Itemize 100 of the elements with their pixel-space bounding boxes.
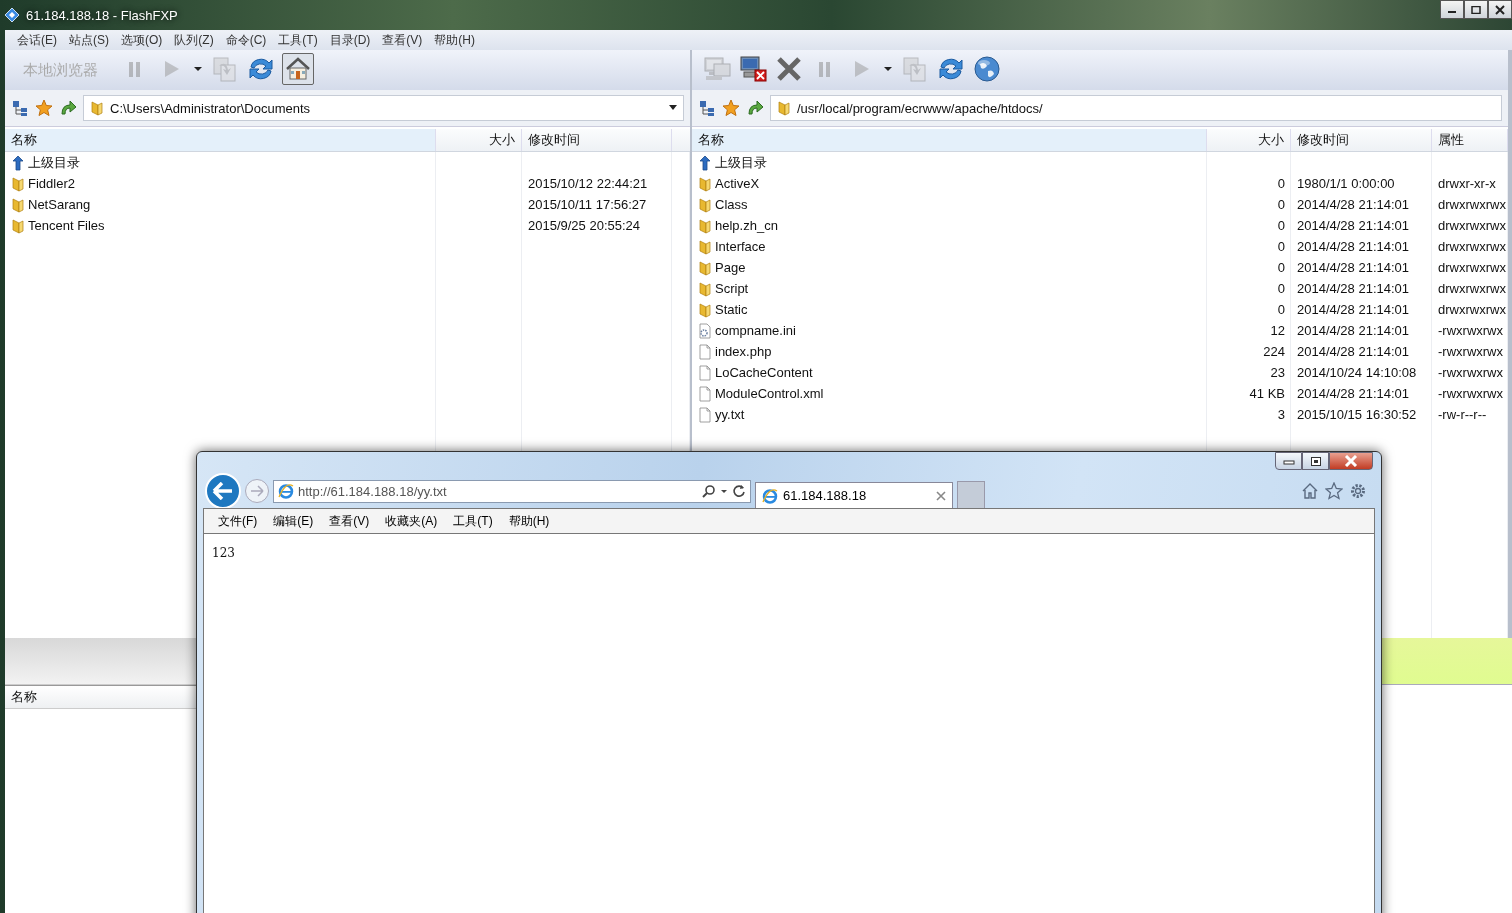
disconnect-icon[interactable] bbox=[738, 53, 768, 84]
column-header[interactable]: 属性 bbox=[1432, 129, 1508, 151]
path-field[interactable]: C:\Users\Administrator\Documents bbox=[83, 95, 684, 121]
file-name[interactable]: Class bbox=[715, 197, 748, 212]
column-header[interactable]: 名称 bbox=[11, 688, 37, 706]
file-size: 224 bbox=[1263, 344, 1285, 359]
menu-item[interactable]: 工具(T) bbox=[445, 512, 501, 530]
menu-item[interactable]: 查看(V) bbox=[376, 31, 429, 49]
menu-item[interactable]: 帮助(H) bbox=[428, 31, 481, 49]
file-name[interactable]: Interface bbox=[715, 239, 766, 254]
modified-time: 2014/10/24 14:10:08 bbox=[1297, 365, 1417, 380]
modified-time: 1980/1/1 0:00:00 bbox=[1297, 176, 1395, 191]
column-header[interactable]: 大小 bbox=[1207, 129, 1291, 151]
file-name[interactable]: help.zh_cn bbox=[715, 218, 778, 233]
dropdown-caret-icon[interactable] bbox=[669, 105, 677, 111]
star-icon[interactable] bbox=[35, 99, 53, 117]
menu-item[interactable]: 编辑(E) bbox=[265, 512, 322, 530]
star-icon[interactable] bbox=[722, 99, 740, 117]
folder-icon bbox=[698, 259, 712, 276]
file-name[interactable]: ModuleControl.xml bbox=[715, 386, 824, 401]
menu-item[interactable]: 站点(S) bbox=[63, 31, 115, 49]
column-header[interactable]: 修改时间 bbox=[1291, 129, 1432, 151]
maximize-button[interactable] bbox=[1302, 452, 1329, 470]
globe-icon[interactable] bbox=[972, 53, 1002, 84]
file-name[interactable]: Tencent Files bbox=[28, 218, 105, 233]
star-icon[interactable] bbox=[1325, 482, 1343, 500]
file-icon bbox=[698, 343, 712, 360]
menu-item[interactable]: 帮助(H) bbox=[500, 512, 558, 530]
settings-file-icon bbox=[698, 322, 712, 339]
file-size: 0 bbox=[1277, 218, 1285, 233]
home-icon[interactable] bbox=[1301, 482, 1319, 500]
file-size: 0 bbox=[1277, 302, 1285, 317]
file-size: 41 KB bbox=[1249, 386, 1285, 401]
file-attributes: drwxrwxrwx bbox=[1438, 260, 1506, 275]
maximize-button[interactable] bbox=[1464, 0, 1488, 19]
up-folder-arrow-icon[interactable] bbox=[59, 99, 77, 117]
folder-icon bbox=[11, 196, 25, 213]
menu-item[interactable]: 收藏夹(A) bbox=[377, 512, 446, 530]
menu-item[interactable]: 查看(V) bbox=[321, 512, 378, 530]
folder-icon bbox=[698, 175, 712, 192]
up-folder-arrow-icon[interactable] bbox=[746, 99, 764, 117]
close-tab-icon[interactable] bbox=[936, 490, 946, 501]
menu-item[interactable]: 文件(F) bbox=[210, 512, 266, 530]
file-attributes: drwxrwxrwx bbox=[1438, 239, 1506, 254]
path-field[interactable]: /usr/local/program/ecrwww/apache/htdocs/ bbox=[770, 95, 1502, 121]
file-attributes: drwxrwxrwx bbox=[1438, 281, 1506, 296]
refresh-icon[interactable] bbox=[732, 484, 746, 498]
home-icon[interactable] bbox=[282, 52, 314, 85]
column-header[interactable]: 名称 bbox=[5, 129, 436, 151]
maximize-icon bbox=[1471, 5, 1481, 14]
file-name[interactable]: Static bbox=[715, 302, 748, 317]
column-header[interactable]: 修改时间 bbox=[522, 129, 672, 151]
menu-item[interactable]: 命令(C) bbox=[219, 31, 273, 49]
tree-view-icon[interactable] bbox=[698, 99, 716, 117]
modified-time: 2014/4/28 21:14:01 bbox=[1297, 281, 1410, 296]
file-name[interactable]: Script bbox=[715, 281, 749, 296]
column-header[interactable]: 名称 bbox=[692, 129, 1207, 151]
file-name[interactable]: ActiveX bbox=[715, 176, 760, 191]
file-name[interactable]: 上级目录 bbox=[28, 153, 80, 172]
file-name[interactable]: Fiddler2 bbox=[28, 176, 75, 191]
file-name[interactable]: Page bbox=[715, 260, 746, 275]
search-icon[interactable] bbox=[702, 484, 716, 498]
file-size: 0 bbox=[1277, 260, 1285, 275]
file-icon bbox=[698, 364, 712, 381]
folder-icon bbox=[11, 175, 25, 192]
modified-time: 2014/4/28 21:14:01 bbox=[1297, 302, 1410, 317]
menu-item[interactable]: 会话(E) bbox=[11, 31, 63, 49]
menu-item[interactable]: 选项(O) bbox=[115, 31, 169, 49]
modified-time: 2015/9/25 20:55:24 bbox=[528, 218, 641, 233]
file-name[interactable]: LoCacheContent bbox=[715, 365, 813, 380]
file-name[interactable]: index.php bbox=[715, 344, 772, 359]
modified-time: 2014/4/28 21:14:01 bbox=[1297, 344, 1410, 359]
page-text: 123 bbox=[212, 546, 235, 560]
window-title: 61.184.188.18 - FlashFXP bbox=[26, 7, 179, 23]
restore-icon bbox=[1309, 455, 1322, 467]
file-size: 0 bbox=[1277, 176, 1285, 191]
address-bar[interactable]: http://61.184.188.18/yy.txt bbox=[273, 479, 751, 503]
app-icon bbox=[4, 7, 20, 23]
file-name[interactable]: compname.ini bbox=[715, 323, 796, 338]
modified-time: 2014/4/28 21:14:01 bbox=[1297, 260, 1410, 275]
folder-icon bbox=[90, 100, 104, 116]
menu-item[interactable]: 工具(T) bbox=[272, 31, 324, 49]
settings-icon[interactable] bbox=[1349, 482, 1367, 500]
browser-tab[interactable]: 61.184.188.18 bbox=[755, 482, 953, 508]
close-button[interactable] bbox=[1488, 0, 1512, 19]
minimize-button[interactable] bbox=[1440, 0, 1464, 19]
close-icon bbox=[1495, 4, 1505, 15]
back-button[interactable] bbox=[205, 473, 241, 509]
folder-icon bbox=[698, 280, 712, 297]
column-header[interactable]: 大小 bbox=[436, 129, 522, 151]
menu-item[interactable]: 队列(Z) bbox=[168, 31, 220, 49]
modified-time: 2015/10/12 22:44:21 bbox=[528, 176, 648, 191]
file-name[interactable]: yy.txt bbox=[715, 407, 745, 422]
file-name[interactable]: 上级目录 bbox=[715, 153, 767, 172]
file-size: 0 bbox=[1277, 197, 1285, 212]
file-name[interactable]: NetSarang bbox=[28, 197, 91, 212]
menu-item[interactable]: 目录(D) bbox=[323, 31, 377, 49]
folder-icon bbox=[698, 196, 712, 213]
tree-view-icon[interactable] bbox=[11, 99, 29, 117]
file-attributes: drwxrwxrwx bbox=[1438, 218, 1506, 233]
